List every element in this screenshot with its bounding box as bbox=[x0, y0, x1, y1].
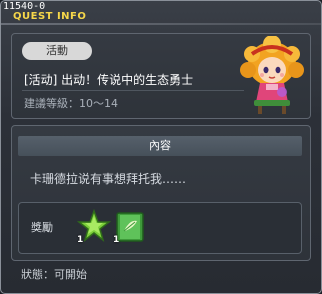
reward-qty: 1 bbox=[113, 235, 120, 245]
reward-box: 獎勵 1 1 bbox=[18, 202, 302, 254]
quest-content-panel: 內容 卡珊德拉说有事想拜托我…… 獎勵 1 1 bbox=[11, 125, 311, 261]
quest-name: [活动] 出动！传说中的生态勇士 bbox=[24, 73, 194, 87]
reward-item-star[interactable]: 1 bbox=[76, 208, 112, 245]
quest-info-window: 11540-0 QUEST INFO 活動 [活动] 出动！传说中的生态勇士 建… bbox=[0, 0, 322, 294]
npc-portrait-icon bbox=[240, 36, 304, 114]
reward-qty: 1 bbox=[77, 235, 84, 245]
content-header: 內容 bbox=[18, 136, 302, 156]
quest-tag-badge: 活動 bbox=[22, 42, 92, 60]
window-title: QUEST INFO bbox=[13, 11, 87, 22]
reward-item-book[interactable]: 1 bbox=[113, 209, 147, 245]
summary-divider bbox=[22, 90, 244, 91]
quest-status: 狀態：可開始 bbox=[21, 268, 87, 281]
quest-summary-panel: 活動 [活动] 出动！传说中的生态勇士 建議等級：10～14 bbox=[11, 33, 311, 119]
reward-label: 獎勵 bbox=[31, 221, 53, 234]
title-divider bbox=[1, 23, 321, 25]
recommended-level: 建議等級：10～14 bbox=[24, 97, 118, 110]
quest-description: 卡珊德拉说有事想拜托我…… bbox=[30, 172, 187, 186]
